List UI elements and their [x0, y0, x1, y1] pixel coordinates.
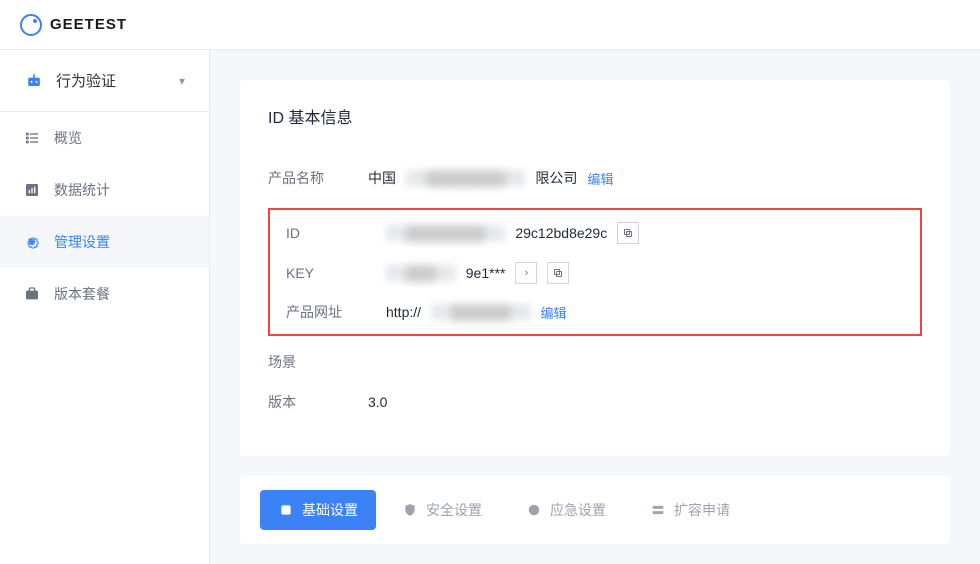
tabs-card: 基础设置 安全设置 应急设置: [240, 476, 950, 544]
tab-label: 安全设置: [426, 500, 482, 520]
value-key-mid: 9e1***: [466, 265, 506, 281]
chart-icon: [24, 182, 40, 198]
tab-label: 基础设置: [302, 500, 358, 520]
expand-icon: [650, 502, 666, 518]
reveal-button[interactable]: ›: [515, 262, 537, 284]
edit-link[interactable]: 编辑: [541, 303, 567, 322]
row-scene: 场景: [268, 352, 922, 372]
logo: GEETEST: [20, 14, 127, 36]
chevron-down-icon: ▾: [179, 74, 185, 88]
edit-link[interactable]: 编辑: [587, 169, 613, 188]
redacted-text: ███: [386, 265, 456, 281]
logo-icon: [20, 14, 42, 36]
row-product-name: 产品名称 中国 ████████ 限公司 编辑: [268, 168, 922, 188]
sidebar-header-label: 行为验证: [56, 70, 167, 91]
label-version: 版本: [268, 392, 368, 412]
redacted-text: ██████: [431, 304, 531, 320]
tab-scale-request[interactable]: 扩容申请: [632, 490, 748, 530]
header: GEETEST: [0, 0, 980, 50]
list-icon: [24, 130, 40, 146]
copy-button[interactable]: [617, 222, 639, 244]
value-name-prefix: 中国: [368, 168, 396, 188]
sidebar: 行为验证 ▾ 概览 数据统计 管理设置 版本套餐: [0, 50, 210, 564]
label-id: ID: [286, 225, 386, 241]
tab-label: 扩容申请: [674, 500, 730, 520]
settings-icon: [278, 502, 294, 518]
label-url: 产品网址: [286, 302, 386, 322]
tabs: 基础设置 安全设置 应急设置: [240, 476, 950, 544]
tab-emergency-settings[interactable]: 应急设置: [508, 490, 624, 530]
alert-icon: [526, 502, 542, 518]
sidebar-item-label: 概览: [54, 128, 82, 148]
row-version: 版本 3.0: [268, 392, 922, 412]
sidebar-item-settings[interactable]: 管理设置: [0, 216, 209, 268]
sidebar-item-overview[interactable]: 概览: [0, 112, 209, 164]
sidebar-item-label: 数据统计: [54, 180, 110, 200]
sidebar-item-label: 管理设置: [54, 232, 110, 252]
card-title: ID 基本信息: [268, 104, 922, 128]
copy-button[interactable]: [547, 262, 569, 284]
logo-text: GEETEST: [50, 16, 127, 33]
label-scene: 场景: [268, 352, 368, 372]
tab-basic-settings[interactable]: 基础设置: [260, 490, 376, 530]
label-product-name: 产品名称: [268, 168, 368, 188]
main-content: ID 基本信息 产品名称 中国 ████████ 限公司 编辑 ID █████…: [210, 50, 980, 564]
tab-label: 应急设置: [550, 500, 606, 520]
row-id: ID ████████ 29c12bd8e29c: [286, 222, 904, 244]
redacted-text: ████████: [386, 225, 505, 241]
sidebar-item-package[interactable]: 版本套餐: [0, 268, 209, 320]
value-name-suffix: 限公司: [535, 168, 577, 188]
highlight-box: ID ████████ 29c12bd8e29c KEY ███ 9e1***: [268, 208, 922, 336]
sidebar-header[interactable]: 行为验证 ▾: [0, 50, 209, 112]
gear-icon: [24, 234, 40, 250]
row-url: 产品网址 http:// ██████ 编辑: [286, 302, 904, 322]
value-version: 3.0: [368, 394, 387, 410]
info-card: ID 基本信息 产品名称 中国 ████████ 限公司 编辑 ID █████…: [240, 80, 950, 456]
sidebar-item-label: 版本套餐: [54, 284, 110, 304]
tab-security-settings[interactable]: 安全设置: [384, 490, 500, 530]
sidebar-item-stats[interactable]: 数据统计: [0, 164, 209, 216]
label-key: KEY: [286, 265, 386, 281]
row-key: KEY ███ 9e1*** ›: [286, 262, 904, 284]
briefcase-icon: [24, 286, 40, 302]
shield-icon: [402, 502, 418, 518]
robot-icon: [24, 71, 44, 91]
value-id-suffix: 29c12bd8e29c: [515, 225, 607, 241]
redacted-text: ████████: [406, 170, 525, 186]
value-url-prefix: http://: [386, 304, 421, 320]
